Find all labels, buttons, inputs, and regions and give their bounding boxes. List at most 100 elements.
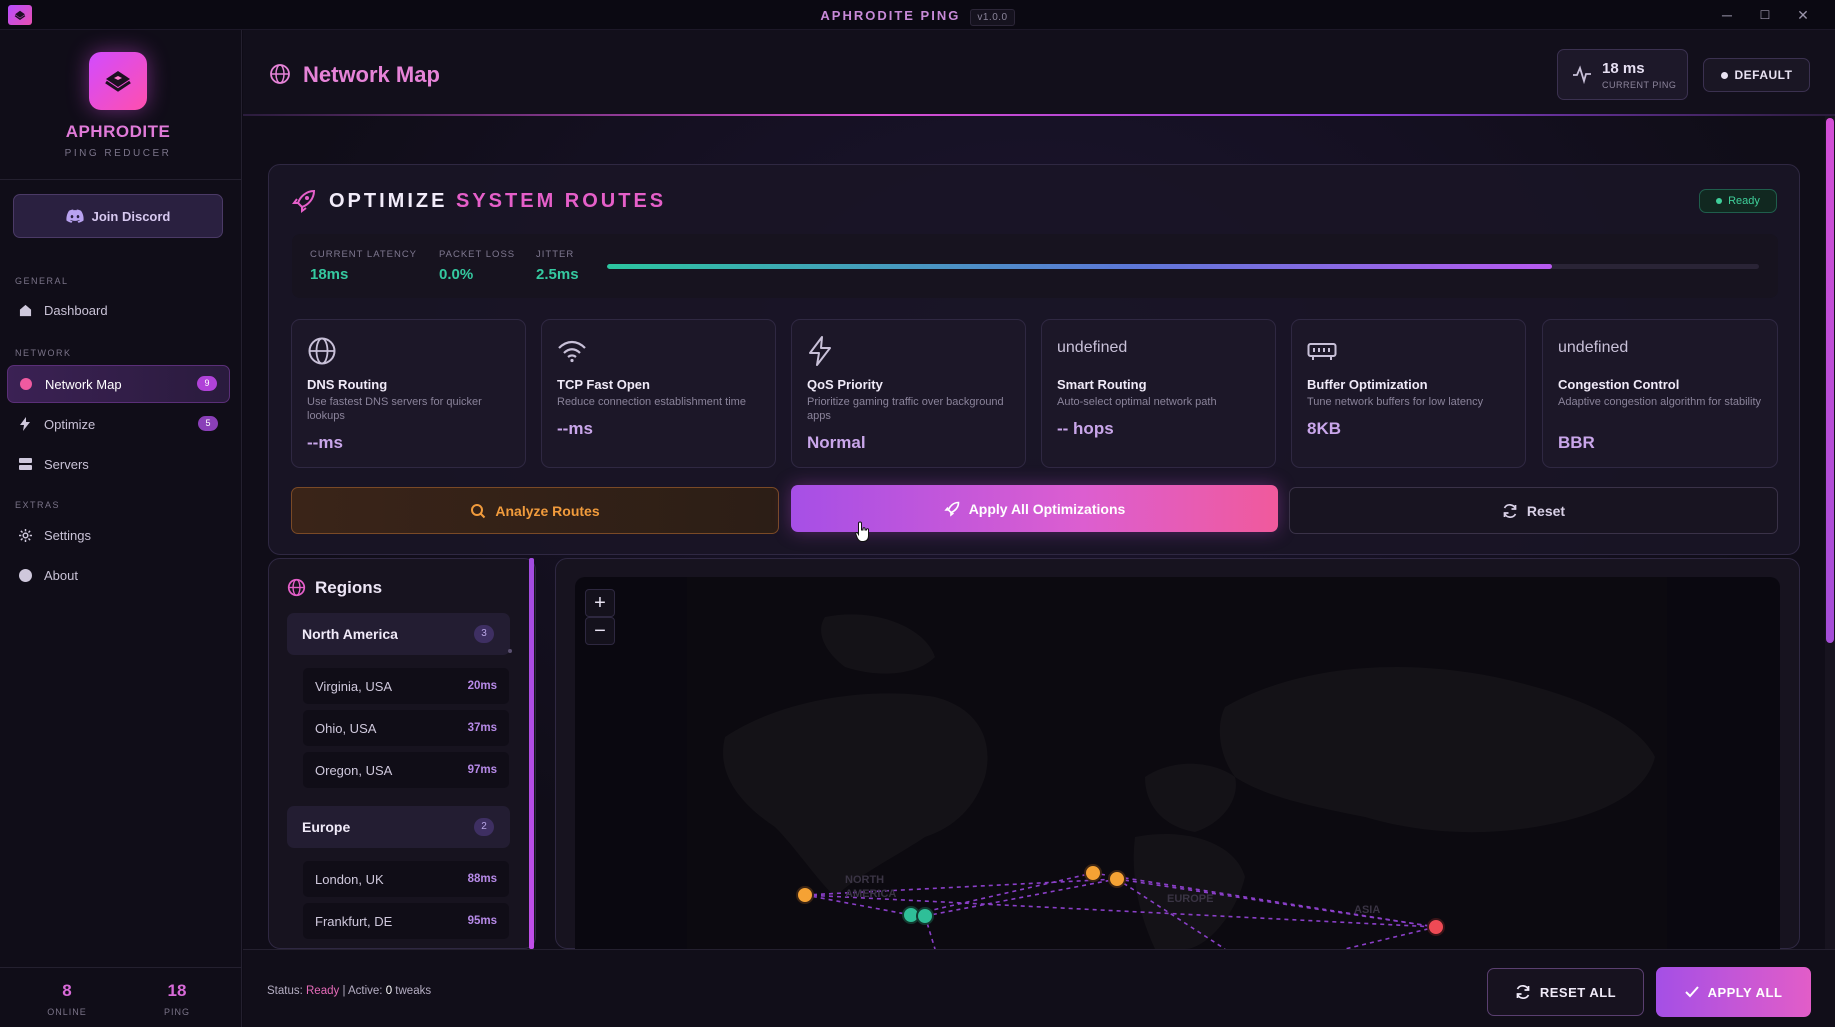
brand-subtitle: PING REDUCER	[64, 148, 172, 159]
dot-icon	[19, 377, 33, 391]
progress-fill	[607, 264, 1552, 269]
region-count-badge: 2	[474, 818, 494, 836]
check-icon	[1684, 986, 1699, 998]
status-dot-icon	[1716, 198, 1723, 204]
map-label-america: AMERICA	[845, 888, 896, 900]
tweak-value: BBR	[1558, 433, 1595, 452]
page-title: Network Map	[303, 62, 440, 87]
sidebar-item-settings[interactable]: Settings	[7, 517, 230, 553]
server-ping: 95ms	[467, 915, 497, 927]
server-marker[interactable]	[796, 886, 814, 904]
tweak-value: Normal	[807, 433, 866, 452]
tweak-name: Congestion Control	[1558, 377, 1680, 392]
sidebar-item-servers[interactable]: Servers	[7, 446, 230, 482]
server-row[interactable]: London, UK 88ms	[303, 861, 509, 897]
tweak-card-congestion-control[interactable]: undefined Congestion Control Adaptive co…	[1542, 319, 1778, 468]
server-name: Frankfurt, DE	[315, 913, 393, 929]
region-count-badge: 3	[474, 625, 494, 643]
sidebar-item-about[interactable]: About	[7, 557, 230, 593]
section-label-network: NETWORK	[15, 348, 72, 358]
tweak-value: --ms	[307, 433, 343, 452]
metric-label: JITTER	[536, 249, 575, 260]
tweak-description: Prioritize gaming traffic over backgroun…	[807, 396, 1004, 422]
maximize-button[interactable]: ☐	[1753, 4, 1777, 26]
discord-icon	[66, 209, 84, 223]
tweak-value: 8KB	[1307, 419, 1342, 438]
minimize-button[interactable]: ─	[1715, 4, 1739, 26]
memory-icon	[1307, 336, 1337, 366]
info-icon	[18, 568, 32, 582]
nav-badge: 5	[198, 416, 218, 431]
scrollbar-thumb[interactable]	[1826, 118, 1834, 643]
metric-label: PACKET LOSS	[439, 249, 516, 260]
sidebar-item-dashboard[interactable]: Dashboard	[7, 292, 230, 328]
regions-title: Regions	[315, 578, 383, 597]
sidebar-item-network-map[interactable]: Network Map 9	[7, 365, 230, 403]
reset-all-label: RESET ALL	[1539, 984, 1617, 1000]
sidebar-item-optimize[interactable]: Optimize 5	[7, 406, 230, 442]
version-badge: v1.0.0	[970, 9, 1015, 26]
active-suffix: tweaks	[392, 985, 432, 997]
globe-icon	[287, 578, 306, 602]
tweak-card-buffer-optimization[interactable]: Buffer Optimization Tune network buffers…	[1291, 319, 1526, 468]
zoom-in-button[interactable]: +	[585, 589, 615, 617]
jitter-value: 2.5ms	[536, 266, 579, 283]
tweak-card-qos-priority[interactable]: QoS Priority Prioritize gaming traffic o…	[791, 319, 1026, 468]
sidebar-item-label: About	[44, 567, 78, 583]
globe-icon	[269, 63, 291, 90]
reset-button[interactable]: Reset	[1289, 487, 1778, 534]
globe-icon	[307, 336, 337, 366]
status-dot-icon	[1720, 71, 1728, 79]
divider	[0, 179, 242, 180]
status-prefix: Status:	[267, 985, 306, 997]
reset-label: Reset	[1526, 502, 1566, 519]
server-ping: 88ms	[467, 873, 497, 885]
tweak-name: QoS Priority	[807, 377, 883, 392]
analyze-routes-button[interactable]: Analyze Routes	[291, 487, 779, 534]
region-group-europe[interactable]: Europe 2	[287, 806, 510, 848]
optimize-title: OPTIMIZE SYSTEM ROUTES	[329, 190, 666, 213]
profile-selector-button[interactable]: DEFAULT	[1703, 58, 1810, 92]
section-label-extras: EXTRAS	[15, 500, 61, 510]
ping-label: PING	[163, 1007, 190, 1017]
region-group-north-america[interactable]: North America 3	[287, 613, 510, 655]
region-group-label: Europe	[302, 819, 351, 835]
tweak-card-tcp-fast-open[interactable]: TCP Fast Open Reduce connection establis…	[541, 319, 776, 468]
server-marker[interactable]	[1084, 864, 1102, 882]
regions-scroll-accent[interactable]	[529, 558, 534, 949]
tweak-name: DNS Routing	[307, 377, 388, 392]
tweak-card-dns-routing[interactable]: DNS Routing Use fastest DNS servers for …	[291, 319, 526, 468]
server-marker[interactable]	[1427, 918, 1445, 936]
join-discord-button[interactable]: Join Discord	[13, 194, 223, 238]
server-marker[interactable]	[1108, 870, 1126, 888]
server-row[interactable]: Oregon, USA 97ms	[303, 752, 509, 788]
zoom-out-button[interactable]: −	[585, 617, 615, 645]
bolt-icon	[18, 417, 32, 431]
server-ping: 20ms	[467, 680, 497, 692]
apply-all-button[interactable]: APPLY ALL	[1656, 967, 1811, 1017]
close-button[interactable]: ✕	[1791, 4, 1815, 26]
region-group-label: North America	[302, 626, 398, 642]
server-name: Ohio, USA	[315, 720, 377, 736]
map-label-north: NORTH	[845, 874, 884, 886]
status-badge-label: Ready	[1728, 195, 1760, 207]
resize-dot-icon	[508, 649, 512, 653]
network-map[interactable]: NORTH AMERICA EUROPE ASIA	[575, 577, 1780, 949]
refresh-icon	[1516, 985, 1530, 999]
server-row[interactable]: Frankfurt, DE 95ms	[303, 903, 509, 939]
server-row[interactable]: Ohio, USA 37ms	[303, 710, 509, 746]
app-title: APHRODITE PING	[820, 8, 961, 23]
server-name: London, UK	[315, 871, 384, 887]
brand-logo-icon	[89, 52, 147, 110]
packet-loss-value: 0.0%	[439, 266, 474, 283]
reset-all-button[interactable]: RESET ALL	[1487, 968, 1644, 1016]
current-ping-value: 18 ms	[1602, 60, 1645, 77]
server-marker[interactable]	[916, 907, 934, 925]
sidebar-item-label: Dashboard	[44, 302, 108, 318]
server-row[interactable]: Virginia, USA 20ms	[303, 668, 509, 704]
current-ping-label: CURRENT PING	[1602, 80, 1677, 90]
tweak-card-smart-routing[interactable]: undefined Smart Routing Auto-select opti…	[1041, 319, 1276, 468]
online-label: ONLINE	[47, 1007, 87, 1017]
profile-label: DEFAULT	[1734, 68, 1793, 82]
search-icon	[471, 503, 486, 518]
